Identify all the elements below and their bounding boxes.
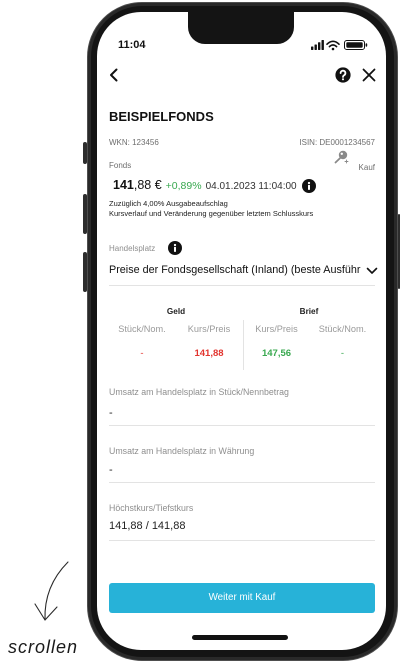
scroll-hint: scrollen bbox=[8, 637, 79, 657]
ask-price: 147,56 bbox=[261, 348, 292, 359]
volume-units-label: Umsatz am Handelsplatz in Stück/Nennbetr… bbox=[109, 387, 289, 397]
price-timestamp: 04.01.2023 11:04:00 bbox=[205, 181, 297, 192]
volume-units-value: - bbox=[109, 407, 113, 419]
close-icon[interactable] bbox=[362, 68, 376, 82]
ask-quantity: - bbox=[340, 348, 345, 359]
chevron-down-icon[interactable] bbox=[366, 267, 378, 275]
ask-quantity-label: Stück/Nom. bbox=[318, 324, 367, 334]
bid-quantity: - bbox=[140, 348, 144, 359]
volume-currency-value: - bbox=[109, 464, 113, 476]
bid-price-label: Kurs/Preis bbox=[187, 324, 231, 334]
trading-venue-value: Preise der Fondsgesellschaft (Inland) (b… bbox=[109, 264, 361, 276]
bid-price: 141,88 bbox=[194, 348, 224, 359]
isin: ISIN: DE0001234567 bbox=[299, 138, 375, 147]
wkn: WKN: 123456 bbox=[109, 138, 159, 147]
divider bbox=[109, 425, 375, 426]
divider bbox=[109, 540, 375, 541]
price-change: +0,89% bbox=[165, 180, 202, 192]
bid-header: Geld bbox=[166, 307, 186, 316]
divider bbox=[109, 482, 375, 483]
order-type: Kauf bbox=[358, 163, 375, 172]
help-icon[interactable] bbox=[335, 67, 351, 83]
high-low-value: 141,88 / 141,88 bbox=[109, 520, 186, 532]
fund-category: Fonds bbox=[109, 161, 132, 170]
quote-divider bbox=[243, 320, 244, 370]
ask-header: Brief bbox=[299, 307, 319, 316]
signal-icon bbox=[311, 40, 324, 50]
surcharge-note: Zuzüglich 4,00% Ausgabeaufschlag bbox=[109, 199, 228, 208]
trading-venue-select[interactable]: Preise der Fondsgesellschaft (Inland) (b… bbox=[109, 262, 378, 280]
back-chevron-icon[interactable] bbox=[107, 68, 121, 82]
high-low-label: Höchstkurs/Tiefstkurs bbox=[109, 503, 194, 513]
info-icon[interactable] bbox=[301, 179, 316, 193]
home-indicator bbox=[192, 635, 288, 640]
change-note: Kursverlauf und Veränderung gegenüber le… bbox=[109, 209, 314, 218]
quote-values: - 141,88 147,56 - bbox=[109, 347, 375, 360]
price-integer: 141 bbox=[113, 178, 134, 192]
wifi-icon bbox=[326, 40, 340, 51]
status-icons bbox=[311, 40, 368, 51]
volume-currency-label: Umsatz am Handelsplatz in Währung bbox=[109, 446, 255, 456]
bid-quantity-label: Stück/Nom. bbox=[118, 324, 166, 334]
quote-headers: Geld Brief bbox=[109, 306, 375, 318]
price-row: 141 ,88 € +0,89% 04.01.2023 11:04:00 bbox=[113, 178, 316, 194]
fund-name: BEISPIELFONDS bbox=[109, 109, 214, 124]
status-time: 11:04 bbox=[118, 39, 146, 51]
info-icon[interactable] bbox=[168, 241, 182, 255]
curved-arrow-down-icon bbox=[34, 561, 69, 621]
ask-price-label: Kurs/Preis bbox=[255, 324, 298, 334]
continue-buy-button[interactable]: Weiter mit Kauf bbox=[109, 583, 375, 613]
quote-column-labels: Stück/Nom. Kurs/Preis Kurs/Preis Stück/N… bbox=[109, 323, 375, 335]
battery-icon bbox=[344, 40, 368, 50]
pin-icon bbox=[334, 150, 349, 164]
divider bbox=[109, 285, 375, 286]
trading-venue-label: Handelsplatz bbox=[109, 244, 156, 253]
price-fraction: ,88 € bbox=[133, 178, 162, 192]
